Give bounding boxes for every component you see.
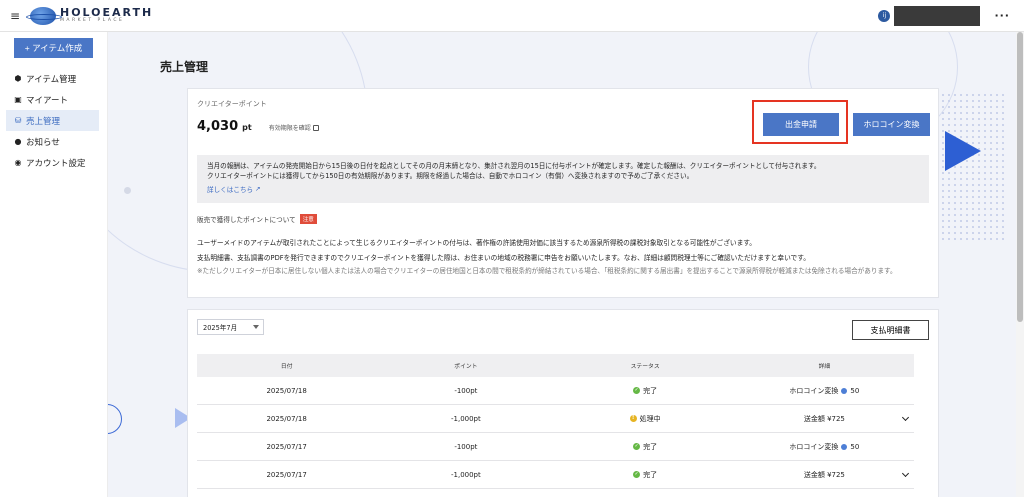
sidebar-item-label: アイテム管理 [26, 74, 77, 85]
user-name-redacted[interactable] [894, 5, 981, 26]
creator-points-value: 4,030 [197, 119, 239, 134]
payment-statement-button[interactable]: 支払明細書 [852, 320, 929, 340]
logo[interactable]: HOLOEARTH MARKET PLACE [26, 6, 154, 25]
row-points: -100pt [454, 386, 478, 395]
main-content: 売上管理 クリエイターポイント 4,030 pt 有効期限を確認 出金申請 ホロ… [108, 32, 1016, 497]
row-date: 2025/07/17 [266, 470, 307, 479]
table-row: 2025/07/18 -100pt ✓ 完了 ホロコイン変換 50 [197, 377, 914, 405]
vertical-scrollbar[interactable] [1016, 32, 1024, 497]
more-options-icon[interactable]: ··· [994, 9, 1010, 22]
row-status: 完了 [643, 470, 658, 479]
notice-text-2: 支払明細書、支払調書のPDFを発行できますのでクリエイターポイントを獲得した際は… [197, 254, 810, 262]
info-box: 当月の報酬は、アイテムの発売開始日から15日後の日付を起点としてその月の月末締と… [197, 155, 929, 203]
row-detail: 送金額 ¥725 [803, 470, 845, 479]
row-detail: ホロコイン変換 [789, 386, 839, 395]
pending-icon: ! [629, 415, 637, 422]
scrollbar-thumb[interactable] [1017, 32, 1023, 322]
row-date: 2025/07/18 [266, 414, 307, 423]
copy-icon [312, 124, 319, 131]
sidebar-item-label: 売上管理 [26, 116, 61, 127]
user-avatar[interactable]: ij [878, 9, 891, 22]
top-header: ≡ HOLOEARTH MARKET PLACE ij ··· [0, 0, 1024, 32]
creator-points-label: クリエイターポイント [197, 100, 267, 108]
column-header: ステータス [630, 364, 660, 370]
table-header: 日付 ポイント ステータス 詳細 [197, 354, 914, 377]
notice-icon: ● [14, 137, 22, 146]
cube-icon: ⬢ [14, 74, 22, 83]
month-select[interactable]: 2025年7月 [197, 319, 264, 335]
decor-dot [124, 187, 131, 194]
table-row[interactable]: 2025/07/18 -1,000pt ! 処理中 送金額 ¥725 [197, 405, 914, 433]
table-row: 2025/07/17 -100pt ✓ 完了 ホロコイン変換 50 [197, 433, 914, 461]
row-points: -100pt [454, 442, 478, 451]
details-link[interactable]: 詳しくはこちら ↗ [207, 184, 919, 194]
decor-ring [108, 404, 122, 434]
holocoin-convert-button[interactable]: ホロコイン変換 [853, 113, 930, 136]
row-detail-amount: 50 [850, 386, 860, 395]
row-status: 完了 [643, 386, 658, 395]
row-points: -1,000pt [450, 414, 481, 423]
table-row[interactable]: 2025/07/17 -1,000pt ✓ 完了 送金額 ¥725 [197, 461, 914, 489]
coin-icon [841, 387, 848, 394]
info-line: 当月の報酬は、アイテムの発売開始日から15日後の日付を起点としてその月の月末締と… [207, 162, 821, 170]
sidebar-item-my-art[interactable]: ▣ マイアート [6, 89, 99, 110]
image-icon: ▣ [14, 95, 22, 104]
history-table: 日付 ポイント ステータス 詳細 2025/07/18 -100pt ✓ 完了 ホ… [197, 354, 914, 489]
notice-text-1: ユーザーメイドのアイテムが取引されたことによって生じるクリエイターポイントの付与… [197, 239, 756, 247]
page-title: 売上管理 [160, 60, 209, 74]
check-icon: ✓ [633, 443, 641, 450]
logo-icon [26, 6, 62, 25]
decor-triangle [945, 131, 981, 171]
logo-sub-text: MARKET PLACE [60, 18, 125, 24]
coin-icon [841, 443, 848, 450]
account-icon: ◉ [14, 158, 22, 167]
logo-main-text: HOLOEARTH [60, 6, 154, 20]
row-detail: 送金額 ¥725 [803, 414, 845, 423]
info-line: クリエイターポイントには獲得してから150日の有効期限があります。期限を経過した… [207, 172, 694, 180]
notice-footnote: ※ただしクリエイターが日本に居住しない個人または法人の場合でクリエイターの居住地… [197, 267, 897, 275]
row-points: -1,000pt [450, 470, 481, 479]
sidebar: + アイテム作成 ⬢ アイテム管理 ▣ マイアート ⛁ 売上管理 ● お知らせ … [0, 32, 108, 497]
sidebar-item-notices[interactable]: ● お知らせ [6, 131, 99, 152]
row-date: 2025/07/17 [266, 442, 307, 451]
sidebar-item-label: マイアート [26, 95, 68, 106]
check-icon: ✓ [633, 471, 641, 478]
row-detail: ホロコイン変換 [789, 442, 839, 451]
expiry-check-link[interactable]: 有効期限を確認 [269, 123, 319, 132]
sidebar-item-label: アカウント設定 [26, 158, 86, 169]
sidebar-item-account[interactable]: ◉ アカウント設定 [6, 152, 99, 173]
withdraw-request-button[interactable]: 出金申請 [763, 113, 839, 136]
column-header: 詳細 [818, 364, 831, 370]
notice-title: 販売で獲得したポイントについて [197, 216, 296, 224]
sales-icon: ⛁ [14, 116, 22, 125]
check-icon: ✓ [633, 387, 641, 394]
creator-points-unit: pt [242, 123, 252, 132]
sidebar-item-items[interactable]: ⬢ アイテム管理 [6, 68, 99, 89]
creator-points-card: クリエイターポイント 4,030 pt 有効期限を確認 出金申請 ホロコイン変換… [187, 88, 939, 298]
row-detail-amount: 50 [850, 442, 860, 451]
chevron-down-icon [253, 325, 259, 329]
column-header: ポイント [454, 364, 478, 370]
column-header: 日付 [280, 364, 293, 370]
create-item-button[interactable]: + アイテム作成 [14, 38, 93, 58]
sidebar-item-label: お知らせ [26, 137, 60, 148]
row-status: 処理中 [639, 414, 661, 423]
sidebar-nav: ⬢ アイテム管理 ▣ マイアート ⛁ 売上管理 ● お知らせ ◉ アカウント設定 [6, 68, 99, 173]
external-link-icon: ↗ [255, 185, 261, 193]
history-card: 2025年7月 支払明細書 日付 ポイント ステータス 詳細 2025/07/1… [187, 309, 939, 497]
sidebar-item-sales[interactable]: ⛁ 売上管理 [6, 110, 99, 131]
row-status: 完了 [643, 442, 658, 451]
caution-badge: 注意 [299, 214, 317, 224]
row-date: 2025/07/18 [266, 386, 307, 395]
